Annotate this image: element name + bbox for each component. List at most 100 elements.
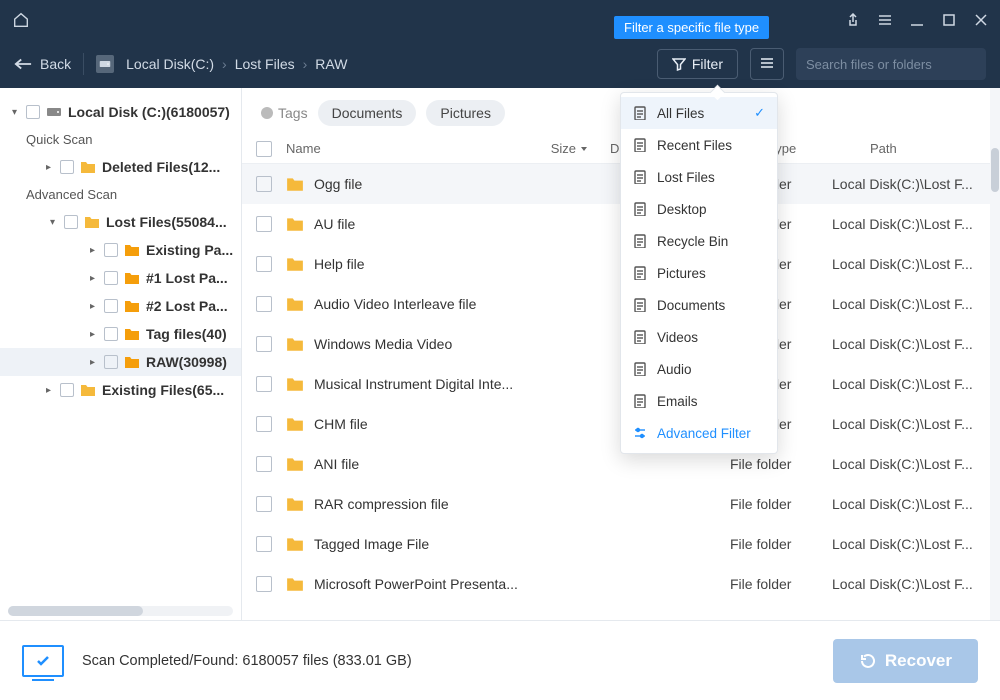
tree-deleted-files[interactable]: ▸ Deleted Files(12...	[0, 153, 241, 181]
filter-option[interactable]: Documents	[621, 289, 777, 321]
pill-pictures[interactable]: Pictures	[426, 100, 505, 126]
row-checkbox[interactable]	[256, 336, 272, 352]
cell-name: ANI file	[314, 456, 610, 472]
chevron-right-icon[interactable]: ▸	[90, 273, 100, 284]
drive-icon[interactable]	[96, 55, 114, 73]
row-checkbox[interactable]	[256, 216, 272, 232]
filter-option[interactable]: Audio	[621, 353, 777, 385]
col-size[interactable]: Size	[498, 141, 588, 156]
tree-item[interactable]: ▸ #1 Lost Pa...	[0, 264, 241, 292]
recover-button[interactable]: Recover	[833, 639, 978, 683]
row-checkbox[interactable]	[256, 256, 272, 272]
table-row[interactable]: Tagged Image File File folder Local Disk…	[242, 524, 1000, 564]
filter-option[interactable]: Videos	[621, 321, 777, 353]
folder-icon	[84, 214, 100, 230]
row-checkbox[interactable]	[256, 456, 272, 472]
home-icon[interactable]	[12, 11, 30, 29]
row-checkbox[interactable]	[256, 576, 272, 592]
checkbox[interactable]	[104, 243, 118, 257]
checkbox[interactable]	[104, 355, 118, 369]
row-checkbox[interactable]	[256, 176, 272, 192]
select-all-checkbox[interactable]	[256, 141, 272, 157]
tree-label: Existing Files(65...	[102, 382, 224, 398]
cell-name: Windows Media Video	[314, 336, 610, 352]
back-button[interactable]: Back	[14, 56, 71, 72]
table-row[interactable]: Microsoft PowerPoint Presenta... File fo…	[242, 564, 1000, 604]
col-path[interactable]: Path	[850, 141, 1000, 156]
tree-label: Tag files(40)	[146, 326, 227, 342]
back-label: Back	[40, 56, 71, 72]
menu-icon[interactable]	[878, 13, 892, 27]
chevron-right-icon[interactable]: ▸	[90, 357, 100, 368]
minimize-icon[interactable]	[910, 13, 924, 27]
filter-option[interactable]: Lost Files	[621, 161, 777, 193]
filter-label: Filter	[692, 56, 723, 72]
checkbox[interactable]	[60, 160, 74, 174]
table-row[interactable]: RAR compression file File folder Local D…	[242, 484, 1000, 524]
checkbox[interactable]	[26, 105, 40, 119]
col-name[interactable]: Name	[286, 141, 498, 156]
sidebar-hscroll[interactable]	[8, 606, 233, 616]
tree-item[interactable]: ▸ Tag files(40)	[0, 320, 241, 348]
crumb-1[interactable]: Lost Files	[235, 56, 295, 72]
view-toggle-button[interactable]	[750, 48, 784, 80]
filter-option[interactable]: Desktop	[621, 193, 777, 225]
share-icon[interactable]	[846, 13, 860, 27]
row-checkbox[interactable]	[256, 496, 272, 512]
checkbox[interactable]	[104, 327, 118, 341]
filter-option[interactable]: Pictures	[621, 257, 777, 289]
row-checkbox[interactable]	[256, 296, 272, 312]
chevron-right-icon[interactable]: ▸	[90, 245, 100, 256]
pill-documents[interactable]: Documents	[318, 100, 417, 126]
row-checkbox[interactable]	[256, 416, 272, 432]
tree-root[interactable]: ▾ Local Disk (C:)(6180057)	[0, 98, 241, 126]
crumb-0[interactable]: Local Disk(C:)	[126, 56, 214, 72]
checkbox[interactable]	[60, 383, 74, 397]
tree-item[interactable]: ▸ Existing Pa...	[0, 236, 241, 264]
filter-option[interactable]: Emails	[621, 385, 777, 417]
folder-icon	[124, 326, 140, 342]
tree-item[interactable]: ▸ RAW(30998)	[0, 348, 241, 376]
row-checkbox[interactable]	[256, 376, 272, 392]
search-input[interactable]	[806, 57, 982, 72]
tree-existing-files[interactable]: ▸ Existing Files(65...	[0, 376, 241, 404]
checkbox[interactable]	[104, 299, 118, 313]
crumb-2[interactable]: RAW	[315, 56, 347, 72]
filter-option[interactable]: Recycle Bin	[621, 225, 777, 257]
chevron-right-icon[interactable]: ▸	[90, 301, 100, 312]
cell-path: Local Disk(C:)\Lost F...	[832, 176, 1000, 192]
chevron-right-icon[interactable]: ▸	[90, 329, 100, 340]
search-input-container[interactable]	[796, 48, 986, 80]
chevron-right-icon[interactable]: ▸	[46, 385, 56, 396]
option-label: Videos	[657, 330, 698, 345]
cell-path: Local Disk(C:)\Lost F...	[832, 256, 1000, 272]
tree-lost-files[interactable]: ▾ Lost Files(55084...	[0, 208, 241, 236]
folder-icon	[286, 295, 304, 313]
folder-icon	[286, 255, 304, 273]
vertical-scrollbar[interactable]	[990, 88, 1000, 620]
sort-desc-icon	[580, 145, 588, 153]
scan-complete-icon	[22, 645, 64, 677]
chevron-down-icon[interactable]: ▾	[12, 107, 22, 118]
advanced-filter-option[interactable]: Advanced Filter	[621, 417, 777, 449]
option-label: Desktop	[657, 202, 707, 217]
cell-path: Local Disk(C:)\Lost F...	[832, 216, 1000, 232]
drive-icon	[46, 104, 62, 120]
option-icon	[633, 106, 647, 120]
cell-path: Local Disk(C:)\Lost F...	[832, 376, 1000, 392]
close-icon[interactable]	[974, 13, 988, 27]
maximize-icon[interactable]	[942, 13, 956, 27]
checkbox[interactable]	[64, 215, 78, 229]
cell-path: Local Disk(C:)\Lost F...	[832, 576, 1000, 592]
filter-button[interactable]: Filter	[657, 49, 738, 79]
row-checkbox[interactable]	[256, 536, 272, 552]
filter-option[interactable]: Recent Files	[621, 129, 777, 161]
checkbox[interactable]	[104, 271, 118, 285]
folder-icon	[80, 382, 96, 398]
chevron-down-icon[interactable]: ▾	[50, 217, 60, 228]
filter-option[interactable]: All Files ✓	[621, 97, 777, 129]
tree-item[interactable]: ▸ #2 Lost Pa...	[0, 292, 241, 320]
chevron-right-icon[interactable]: ▸	[46, 162, 56, 173]
option-label: Audio	[657, 362, 692, 377]
folder-icon	[286, 215, 304, 233]
